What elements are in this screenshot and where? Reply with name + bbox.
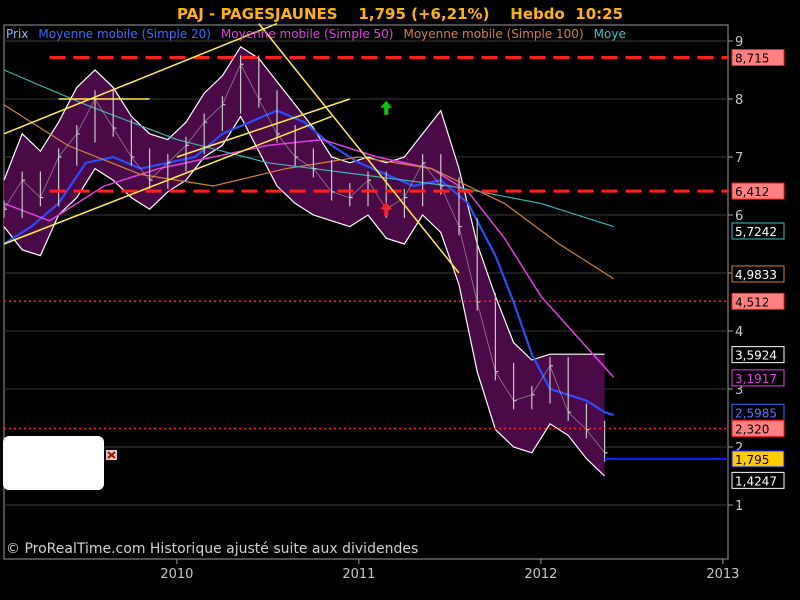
value-label: 3,5924: [735, 349, 777, 363]
legend-item: Moyenne mobile (Simple 50): [221, 27, 394, 41]
x-tick-label: 2010: [160, 567, 193, 582]
close-icon[interactable]: [106, 450, 117, 460]
value-label: 4,9833: [735, 268, 777, 282]
value-label: 8,715: [735, 52, 769, 66]
copyright-notice: © ProRealTime.com Historique ajusté suit…: [6, 541, 418, 557]
x-axis: 2010 2011 2012 2013: [160, 559, 739, 582]
legend-item: Moyenne mobile (Simple 20): [38, 27, 211, 41]
legend-item: Moyenne mobile (Simple 100): [403, 27, 583, 41]
legend: Prix Moyenne mobile (Simple 20) Moyenne mo…: [6, 27, 626, 41]
redaction-block: [3, 436, 104, 490]
x-tick-label: 2011: [342, 567, 375, 582]
legend-item: Moye: [594, 27, 626, 41]
chart-title: PAJ - PAGESJAUNES 1,795 (+6,21%) Hebdo 1…: [177, 5, 623, 23]
value-label: 3,1917: [735, 372, 777, 386]
y-tick-label: 7: [735, 151, 743, 166]
value-label: 4,512: [735, 295, 769, 309]
value-label: 5,7242: [735, 225, 777, 239]
value-label: 2,5985: [735, 406, 777, 420]
y-tick-label: 9: [735, 35, 743, 50]
y-tick-label: 4: [735, 325, 743, 340]
value-label: 2,320: [735, 422, 769, 436]
value-label: 1,795: [735, 453, 769, 467]
value-label: 1,4247: [735, 474, 777, 488]
x-tick-label: 2013: [706, 567, 739, 582]
value-label: 6,412: [735, 185, 769, 199]
y-tick-label: 6: [735, 209, 743, 224]
legend-item: Prix: [6, 27, 28, 41]
x-tick-label: 2012: [524, 567, 557, 582]
stock-chart[interactable]: 123456789 2010201120122013 8,7156,4125,7…: [0, 0, 800, 600]
y-tick-label: 8: [735, 93, 743, 108]
y-tick-label: 1: [735, 499, 743, 514]
value-labels: 8,715 6,412 5,7242 4,9833 4,512 3,5924 3,1917 2…: [731, 49, 785, 489]
